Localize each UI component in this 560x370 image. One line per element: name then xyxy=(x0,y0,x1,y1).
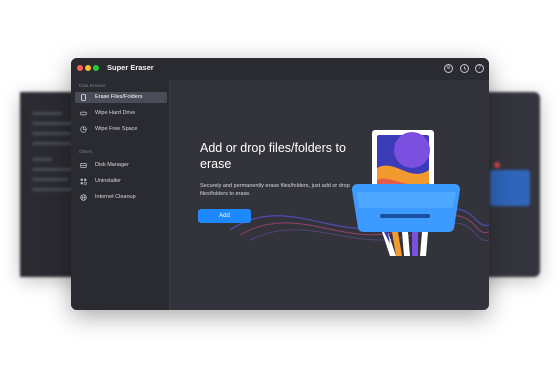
main-content: Add or drop files/folders to erase Secur… xyxy=(170,80,489,310)
background-line xyxy=(32,132,72,135)
help-icon[interactable]: ? xyxy=(475,64,484,73)
sidebar-item-uninstaller[interactable]: Uninstaller xyxy=(75,176,167,187)
section-label-others: Others xyxy=(79,149,93,154)
background-line xyxy=(32,168,72,171)
sidebar-item-label: Wipe Hard Drive xyxy=(95,110,136,116)
shredder-illustration xyxy=(352,130,460,256)
sidebar-item-label: Wipe Free Space xyxy=(95,126,138,132)
globe-icon xyxy=(80,194,87,201)
sidebar-item-wipe-hard-drive[interactable]: Wipe Hard Drive xyxy=(75,108,167,119)
sidebar-item-wipe-free-space[interactable]: Wipe Free Space xyxy=(75,124,167,135)
page-description: Securely and permanently erase files/fol… xyxy=(200,183,350,197)
minimize-window-button[interactable] xyxy=(85,65,91,71)
sidebar-item-label: Erase Files/Folders xyxy=(95,94,143,100)
sidebar-item-label: Disk Manager xyxy=(95,162,129,168)
uninstall-icon xyxy=(80,178,87,185)
background-line xyxy=(32,142,76,145)
drive-icon xyxy=(80,110,87,117)
background-line xyxy=(32,188,74,191)
sidebar-item-disk-manager[interactable]: Disk Manager xyxy=(75,160,167,171)
clock-glyph xyxy=(464,66,467,70)
background-illustration xyxy=(490,170,530,206)
clock-icon[interactable] xyxy=(460,64,469,73)
pie-icon xyxy=(80,126,87,133)
file-icon xyxy=(80,94,87,101)
sidebar-item-erase-files[interactable]: Erase Files/Folders xyxy=(75,92,167,103)
page-title: Add or drop files/folders to erase xyxy=(200,141,346,171)
sidebar-item-internet-cleanup[interactable]: Internet Cleanup xyxy=(75,192,167,203)
close-window-button[interactable] xyxy=(77,65,83,71)
background-dot xyxy=(494,162,500,168)
sidebar: Data Erasure Erase Files/Folders Wipe Ha… xyxy=(71,80,170,310)
gear-icon[interactable]: ⚙ xyxy=(444,64,453,73)
app-title: Super Eraser xyxy=(107,63,154,72)
zoom-window-button[interactable] xyxy=(93,65,99,71)
sidebar-item-label: Internet Cleanup xyxy=(95,194,136,200)
background-line xyxy=(32,178,68,181)
title-bar: Super Eraser ⚙ ? xyxy=(71,58,489,80)
add-button[interactable]: Add xyxy=(198,209,251,223)
section-label-data-erasure: Data Erasure xyxy=(79,83,106,88)
background-line xyxy=(32,112,62,115)
app-window: Super Eraser ⚙ ? Data Erasure Erase File… xyxy=(71,58,489,310)
sidebar-item-label: Uninstaller xyxy=(95,178,121,184)
background-line xyxy=(32,158,52,161)
disk-icon xyxy=(80,162,87,169)
